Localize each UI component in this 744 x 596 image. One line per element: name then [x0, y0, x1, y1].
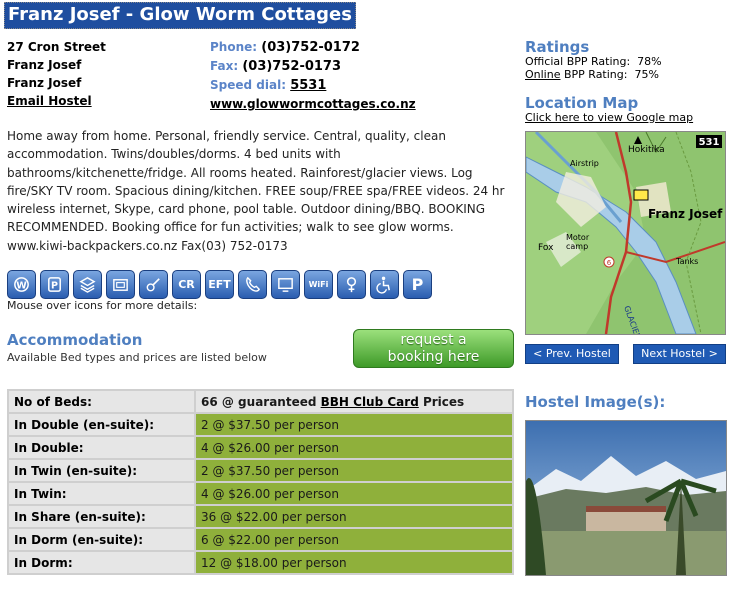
table-row: In Share (en-suite): 36 @ $22.00 per pers… — [9, 506, 512, 527]
eftpos-icon-label: EFT — [208, 278, 231, 291]
icons-hint: Mouse over icons for more details: — [7, 299, 198, 312]
bed-type: In Twin: — [9, 483, 194, 504]
eftpos-icon[interactable]: EFT — [205, 270, 234, 299]
bed-price: 2 @ $37.50 per person — [196, 414, 512, 435]
map-fox-label: Fox — [538, 243, 554, 253]
bed-price: 4 @ $26.00 per person — [196, 483, 512, 504]
phone-label: Phone: — [210, 40, 258, 54]
online-rating-link[interactable]: Online — [525, 68, 560, 81]
request-booking-line2: booking here — [387, 349, 480, 365]
svg-text:W: W — [16, 280, 27, 291]
contact-block: Phone: (03)752-0172 Fax: (03)752-0173 Sp… — [210, 38, 416, 113]
location-map-image[interactable]: 531 Hokitika Airstrip Franz Josef Fox Mo… — [525, 131, 726, 335]
beds-header-row: No of Beds: 66 @ guaranteed BBH Club Car… — [9, 391, 512, 412]
prev-hostel-button[interactable]: < Prev. Hostel — [525, 344, 619, 364]
table-row: In Dorm (en-suite): 6 @ $22.00 per person — [9, 529, 512, 550]
map-camp-label: camp — [566, 242, 588, 251]
wifi-icon[interactable]: WiFi — [304, 270, 333, 299]
bed-type: In Share (en-suite): — [9, 506, 194, 527]
bed-price: 6 @ $22.00 per person — [196, 529, 512, 550]
official-rating-label: Official BPP Rating: — [525, 55, 631, 68]
google-map-link[interactable]: Click here to view Google map — [525, 111, 693, 124]
location-map-title: Location Map — [525, 94, 639, 112]
beds-header-prefix: 66 @ guaranteed — [201, 394, 321, 409]
phone-number: (03)752-0172 — [261, 40, 360, 55]
parking-icon[interactable]: P — [403, 270, 432, 299]
table-row: In Dorm: 12 @ $18.00 per person — [9, 552, 512, 573]
map-airstrip-label: Airstrip — [570, 159, 599, 168]
wifi-icon-label: WiFi — [308, 280, 329, 289]
table-row: In Twin (en-suite): 2 @ $37.50 per person — [9, 460, 512, 481]
bed-type: In Double: — [9, 437, 194, 458]
guitar-icon[interactable] — [139, 270, 168, 299]
online-rating-value: 75% — [634, 68, 659, 81]
bed-price: 12 @ $18.00 per person — [196, 552, 512, 573]
beds-header-key: No of Beds: — [9, 391, 194, 412]
bed-type: In Dorm: — [9, 552, 194, 573]
bed-price: 4 @ $26.00 per person — [196, 437, 512, 458]
request-booking-button[interactable]: request a booking here — [353, 329, 514, 368]
fax-label: Fax: — [210, 59, 239, 73]
table-row: In Double: 4 @ $26.00 per person — [9, 437, 512, 458]
speed-dial-label: Speed dial: — [210, 78, 286, 92]
address-block: 27 Cron Street Franz Josef Franz Josef E… — [7, 38, 106, 110]
wheelchair-icon[interactable] — [370, 270, 399, 299]
next-hostel-button[interactable]: Next Hostel > — [633, 344, 726, 364]
bed-type: In Dorm (en-suite): — [9, 529, 194, 550]
lockers-icon[interactable] — [106, 270, 135, 299]
email-hostel-link[interactable]: Email Hostel — [7, 94, 92, 108]
map-hokitika-label: Hokitika — [628, 145, 665, 155]
wheelchair-w-icon[interactable]: W — [7, 270, 36, 299]
parking-p-icon[interactable]: P — [40, 270, 69, 299]
address-line-street: 27 Cron Street — [7, 40, 106, 54]
map-motor-label: Motor — [566, 233, 590, 242]
parking-icon-label: P — [411, 275, 424, 294]
hostel-description: Home away from home. Personal, friendly … — [7, 129, 505, 253]
accommodation-title: Accommodation — [7, 331, 143, 349]
map-badge-label: 531 — [699, 137, 720, 148]
female-icon[interactable] — [337, 270, 366, 299]
bed-price: 2 @ $37.50 per person — [196, 460, 512, 481]
linen-stack-icon[interactable] — [73, 270, 102, 299]
hostel-images-title: Hostel Image(s): — [525, 393, 666, 411]
table-row: In Twin: 4 @ $26.00 per person — [9, 483, 512, 504]
beds-header-value: 66 @ guaranteed BBH Club Card Prices — [196, 391, 512, 412]
online-rating-label: BPP Rating: — [560, 68, 628, 81]
official-rating-value: 78% — [637, 55, 662, 68]
hostel-photo[interactable] — [525, 420, 727, 576]
table-row: In Double (en-suite): 2 @ $37.50 per pers… — [9, 414, 512, 435]
ratings-block: Official BPP Rating: 78% Online BPP Rati… — [525, 55, 662, 81]
beds-header-suffix: Prices — [418, 394, 465, 409]
address-line-region: Franz Josef — [7, 76, 82, 90]
request-booking-line1: request a — [400, 332, 467, 348]
bed-type: In Double (en-suite): — [9, 414, 194, 435]
ratings-title: Ratings — [525, 38, 590, 56]
hostel-name-title: Franz Josef - Glow Worm Cottages — [4, 2, 356, 29]
bed-type: In Twin (en-suite): — [9, 460, 194, 481]
credit-card-icon-label: CR — [178, 278, 195, 291]
computer-icon[interactable] — [271, 270, 300, 299]
credit-card-icon[interactable]: CR — [172, 270, 201, 299]
website-link[interactable]: www.glowwormcottages.co.nz — [210, 97, 416, 111]
map-tanks-label: Tanks — [675, 257, 698, 266]
bbh-club-card-link[interactable]: BBH Club Card — [321, 395, 419, 409]
speed-dial-link[interactable]: 5531 — [290, 78, 326, 93]
address-line-town: Franz Josef — [7, 58, 82, 72]
beds-table: No of Beds: 66 @ guaranteed BBH Club Car… — [7, 389, 514, 575]
bed-price: 36 @ $22.00 per person — [196, 506, 512, 527]
facility-icons: W P CR EFT WiFi P — [7, 270, 432, 299]
svg-text:P: P — [51, 280, 58, 291]
map-road-label: 6 — [607, 259, 612, 267]
fax-number: (03)752-0173 — [242, 59, 342, 74]
map-town-label: Franz Josef — [648, 207, 723, 221]
accommodation-subtitle: Available Bed types and prices are liste… — [7, 351, 267, 364]
phone-icon[interactable] — [238, 270, 267, 299]
